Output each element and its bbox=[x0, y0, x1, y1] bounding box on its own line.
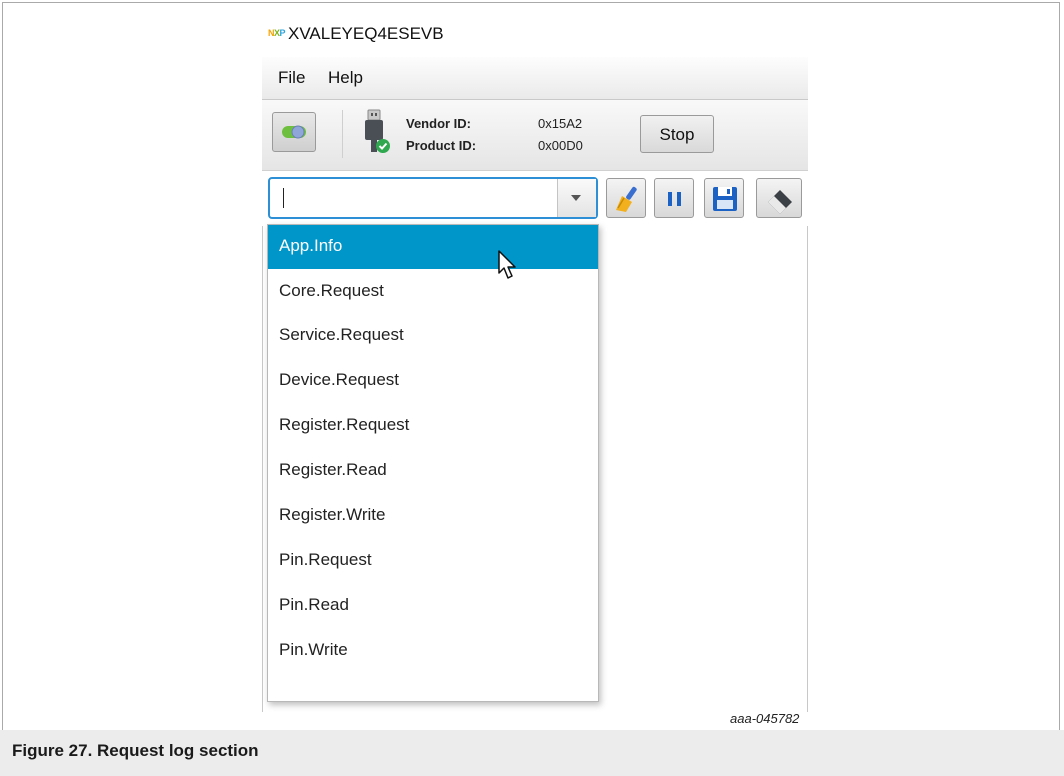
figure-caption: Figure 27. Request log section bbox=[12, 741, 259, 760]
clear-button[interactable] bbox=[606, 178, 646, 218]
dropdown-option-register-read[interactable]: Register.Read bbox=[268, 449, 598, 493]
menu-help[interactable]: Help bbox=[328, 68, 363, 88]
vendor-id-label: Vendor ID: bbox=[406, 116, 472, 131]
toolbar-separator bbox=[342, 110, 343, 158]
mouse-pointer-icon bbox=[498, 250, 516, 279]
pause-button[interactable] bbox=[654, 178, 694, 218]
chevron-down-icon bbox=[571, 195, 581, 201]
menu-bar: File Help bbox=[262, 57, 808, 100]
vendor-id-value: 0x15A2 bbox=[538, 116, 583, 131]
request-combo-box[interactable] bbox=[268, 177, 598, 219]
app-window: NXP XVALEYEQ4ESEVB File Help Vendor ID: … bbox=[262, 16, 808, 712]
title-bar: NXP XVALEYEQ4ESEVB bbox=[262, 16, 808, 56]
pause-icon bbox=[668, 192, 681, 206]
figure-id: aaa-045782 bbox=[730, 711, 800, 726]
request-dropdown-list: App.Info Core.Request Service.Request De… bbox=[267, 224, 599, 702]
erase-button[interactable] bbox=[756, 178, 802, 218]
text-cursor bbox=[283, 188, 284, 208]
combo-dropdown-button[interactable] bbox=[557, 179, 596, 217]
dropdown-option-register-write[interactable]: Register.Write bbox=[268, 494, 598, 538]
save-button[interactable] bbox=[704, 178, 744, 218]
product-id-value: 0x00D0 bbox=[538, 138, 583, 153]
usb-connected-icon bbox=[365, 109, 390, 153]
dropdown-option-register-request[interactable]: Register.Request bbox=[268, 404, 598, 448]
dropdown-option-pin-request[interactable]: Pin.Request bbox=[268, 539, 598, 583]
connection-toolbar: Vendor ID: 0x15A2 Product ID: 0x00D0 Sto… bbox=[262, 100, 808, 171]
dropdown-option-pin-write[interactable]: Pin.Write bbox=[268, 629, 598, 673]
dropdown-option-app-info[interactable]: App.Info bbox=[268, 225, 598, 269]
nxp-logo: NXP bbox=[268, 28, 286, 38]
menu-file[interactable]: File bbox=[278, 68, 305, 88]
dropdown-option-device-request[interactable]: Device.Request bbox=[268, 359, 598, 403]
product-id-label: Product ID: bbox=[406, 138, 477, 153]
clear-brush-icon bbox=[616, 186, 637, 212]
eraser-icon bbox=[768, 190, 792, 214]
dropdown-option-core-request[interactable]: Core.Request bbox=[268, 270, 598, 314]
toggle-icon bbox=[282, 125, 306, 139]
stop-button[interactable]: Stop bbox=[640, 115, 714, 153]
connection-toggle-button[interactable] bbox=[272, 112, 316, 152]
dropdown-option-service-request[interactable]: Service.Request bbox=[268, 314, 598, 358]
dropdown-option-pin-read[interactable]: Pin.Read bbox=[268, 584, 598, 628]
window-title: XVALEYEQ4ESEVB bbox=[288, 24, 444, 43]
save-icon bbox=[713, 187, 737, 211]
